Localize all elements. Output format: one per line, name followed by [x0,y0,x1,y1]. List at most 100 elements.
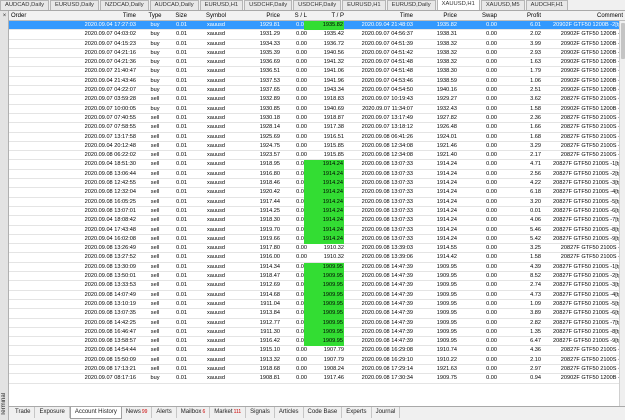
table-row[interactable]: 2020.09.07 21:40:47 buy 0.01 xauusd 1936.51 0… [9,67,625,77]
table-row[interactable]: 2020.09.08 13:33:53 sell 0.01 xauusd 1912.69… [9,281,625,291]
table-row[interactable]: 2020.09.07 13:17:58 sell 0.01 xauusd 1925.69… [9,133,625,142]
table-row[interactable]: 2020.09.07 04:21:16 buy 0.01 xauusd 1935.39 0… [9,49,625,59]
column-header-close-time[interactable]: Time [347,11,413,21]
table-row[interactable]: 2020.09.04 16:02:08 sell 0.01 xauusd 1919.66… [9,234,625,245]
table-row[interactable]: 2020.09.08 13:26:49 sell 0.01 xauusd 1917.80… [9,244,625,254]
chart-tab[interactable]: EURUSD,Daily [386,0,436,10]
table-row[interactable]: 2020.09.04 21:43:46 buy 0.01 xauusd 1937.53 0… [9,77,625,87]
table-row[interactable]: 2020.09.08 13:50:01 sell 0.01 xauusd 1918.47… [9,272,625,282]
column-header-order[interactable]: Order [11,11,69,21]
close-price-cell: 1940.16 [436,87,457,94]
tp-cell: 1916.51 [323,133,344,140]
table-row[interactable]: 2020.09.08 13:30:09 sell 0.01 xauusd 1914.34… [9,262,625,273]
open-price-cell: 1913.84 [259,310,280,317]
chart-tab[interactable]: EURUSD,H1 [199,0,244,10]
vertical-scrollbar[interactable] [619,21,625,406]
table-row[interactable]: 2020.09.08 14:54:44 sell 0.01 xauusd 1915.10… [9,346,625,356]
scrollbar-thumb[interactable] [621,23,625,59]
swap-cell: 0.00 [486,180,497,187]
column-header-comment[interactable]: Comment [543,11,623,21]
column-header-price[interactable]: Price [238,11,280,21]
column-header-profit[interactable]: Profit [497,11,541,21]
terminal-tab[interactable]: Market111 [210,407,247,418]
table-row[interactable]: 2020.09.08 13:07:01 sell 0.01 xauusd 1914.25… [9,206,625,217]
table-row[interactable]: 2020.09.08 15:50:09 sell 0.01 xauusd 1913.32… [9,356,625,365]
terminal-tab[interactable]: Account History [69,407,122,419]
terminal-tab[interactable]: Exposure [35,407,70,418]
table-row[interactable]: 2020.09.04 17:27:03 buy 0.01 xauusd 1929.81 0… [9,21,625,31]
table-row[interactable]: 2020.09.04 18:08:42 sell 0.01 xauusd 1918.30… [9,216,625,226]
terminal-tab[interactable]: Trade [11,407,36,418]
chart-tab[interactable]: EURUSD,Daily [49,0,99,10]
table-row[interactable]: 2020.09.08 16:46:47 sell 0.01 xauusd 1911.30… [9,327,625,338]
column-header-type[interactable]: Type [141,11,169,21]
table-row[interactable]: 2020.09.07 04:22:07 buy 0.01 xauusd 1937.65 0… [9,86,625,96]
table-row[interactable]: 2020.09.04 17:43:48 sell 0.01 xauusd 1919.70… [9,225,625,235]
swap-cell: 0.00 [486,365,497,372]
terminal-tab[interactable]: Experts [342,407,372,418]
chart-tab[interactable]: AUDCAD,Daily [149,0,199,10]
tp-cell: 1909.95 [304,309,344,319]
column-header-tp[interactable]: T / P [304,11,344,21]
table-row[interactable]: 2020.09.08 14:42:25 sell 0.01 xauusd 1912.77… [9,318,625,328]
chart-tab[interactable]: NZDCAD,Daily [99,0,149,10]
column-header-time[interactable]: Time [69,11,136,21]
profit-cell: 2.17 [530,152,541,159]
open-time-cell: 2020.09.07 04:21:36 [84,59,136,66]
symbol-cell: xauusd [206,96,226,103]
swap-cell: 0.00 [486,347,497,354]
table-row[interactable]: 2020.09.08 06:22:02 sell 0.01 xauusd 1923.57… [9,151,625,161]
table-row[interactable]: 2020.09.08 14:07:49 sell 0.01 xauusd 1914.68… [9,290,625,300]
chart-tab[interactable]: AUDCAD,Daily [0,0,49,10]
terminal-tab[interactable]: Journal [372,407,401,418]
table-row[interactable]: 2020.09.08 17:13:21 sell 0.01 xauusd 1918.68… [9,365,625,375]
table-row[interactable]: 2020.09.07 03:59:28 sell 0.01 xauusd 1932.89… [9,95,625,105]
table-row[interactable]: 2020.09.08 16:05:25 sell 0.01 xauusd 1917.44… [9,197,625,207]
swap-cell: 0.00 [486,114,497,121]
terminal-tab[interactable]: Code Base [304,407,343,418]
table-row[interactable]: 2020.09.04 18:51:30 sell 0.01 xauusd 1918.95… [9,160,625,170]
table-row[interactable]: 2020.09.08 13:27:52 sell 0.01 xauusd 1916.00… [9,253,625,263]
terminal-tab[interactable]: Alerts [152,407,177,418]
table-row[interactable]: 2020.09.08 12:32:04 sell 0.01 xauusd 1920.42… [9,188,625,198]
size-cell: 0.01 [176,273,187,280]
size-cell: 0.01 [176,142,187,149]
column-header-swap[interactable]: Swap [457,11,497,21]
count-badge: 99 [141,409,148,415]
terminal-tab[interactable]: Mailbox6 [177,407,211,418]
chart-tab[interactable]: XAUUSD,H1 [436,0,480,10]
size-cell: 0.01 [176,59,187,66]
chart-tab[interactable]: EURUSD,H1 [342,0,386,10]
terminal-tab[interactable]: Signals [246,407,275,418]
column-header-close-price[interactable]: Price [417,11,457,21]
terminal-tab-label: Signals [250,409,270,415]
table-row[interactable]: 2020.09.08 13:58:57 sell 0.01 xauusd 1916.42… [9,337,625,347]
open-price-cell: 1937.53 [259,77,280,84]
chart-tab[interactable]: XAUUSD,M5 [480,0,525,10]
column-header-size[interactable]: Size [169,11,187,21]
symbol-cell: xauusd [206,68,226,75]
terminal-tab[interactable]: Articles [275,407,304,418]
chart-tab[interactable]: AUDCHF,H1 [525,0,569,10]
chart-tab[interactable]: USDCHF,Daily [244,0,293,10]
table-row[interactable]: 2020.09.07 04:15:23 buy 0.01 xauusd 1934.33 0… [9,40,625,49]
close-icon[interactable]: × [1,13,8,20]
table-row[interactable]: 2020.09.07 07:40:55 sell 0.01 xauusd 1930.18… [9,114,625,124]
column-header-symbol[interactable]: Symbol [193,11,239,21]
table-row[interactable]: 2020.09.07 04:21:36 buy 0.01 xauusd 1936.69 0… [9,58,625,68]
table-row[interactable]: 2020.09.08 13:06:44 sell 0.01 xauusd 1916.80… [9,169,625,180]
tp-cell: 1915.85 [323,152,344,159]
table-row[interactable]: 2020.09.07 08:17:16 buy 0.01 xauusd 1908.81 0… [9,374,625,384]
close-time-cell: 2020.09.08 13:07:33 [361,170,413,177]
chart-tab[interactable]: USDCHF,Daily [293,0,342,10]
table-row[interactable]: 2020.09.07 10:00:05 buy 0.01 xauusd 1930.85 0… [9,105,625,114]
table-row[interactable]: 2020.09.08 12:42:55 sell 0.01 xauusd 1918.46… [9,179,625,189]
table-row[interactable]: 2020.09.04 20:12:48 sell 0.01 xauusd 1924.75… [9,142,625,152]
close-price-cell: 1909.95 [436,328,457,335]
tp-cell: 1909.95 [304,299,344,310]
table-row[interactable]: 2020.09.08 13:10:19 sell 0.01 xauusd 1911.04… [9,299,625,310]
table-row[interactable]: 2020.09.07 04:03:02 buy 0.01 xauusd 1931.29 0… [9,30,625,40]
table-row[interactable]: 2020.09.08 13:07:35 sell 0.01 xauusd 1913.84… [9,309,625,319]
terminal-tab[interactable]: News99 [122,407,153,418]
table-row[interactable]: 2020.09.07 07:58:55 sell 0.01 xauusd 1928.14… [9,123,625,133]
